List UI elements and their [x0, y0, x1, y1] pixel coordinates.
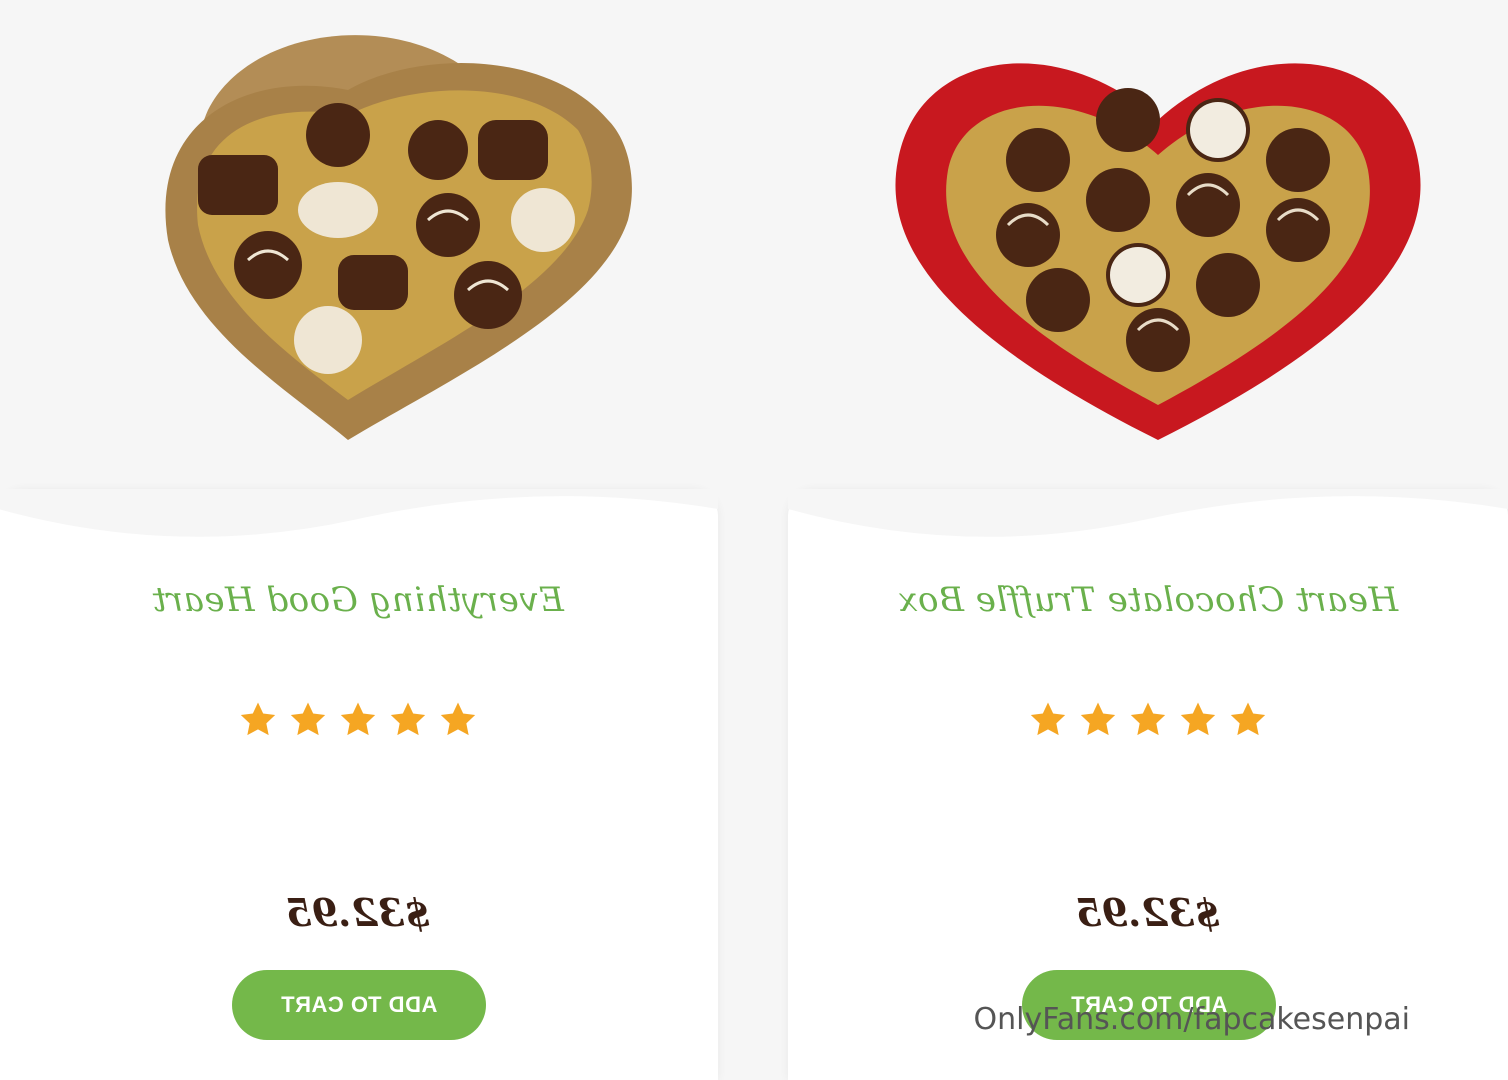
product-info-card: Heart Chocolate Truffle Box $32.95 ADD T…: [788, 489, 1508, 1080]
product-grid: Heart Chocolate Truffle Box $32.95 ADD T…: [0, 0, 1508, 1080]
red-heart-chocolate-box-image[interactable]: [858, 10, 1458, 450]
product-info-card: Everything Good Heart $32.95 ADD TO CART: [0, 489, 718, 1080]
star-icon: [290, 702, 326, 736]
star-icon: [390, 702, 426, 736]
product-title[interactable]: Heart Chocolate Truffle Box: [788, 580, 1508, 620]
star-icon: [440, 702, 476, 736]
star-rating: [0, 700, 718, 740]
product-title[interactable]: Everything Good Heart: [0, 580, 718, 620]
product-price: $32.95: [285, 890, 431, 935]
star-icon: [1080, 702, 1116, 736]
star-rating: [788, 700, 1508, 740]
watermark-text: OnlyFans.com/fapcakesenpai: [974, 1002, 1411, 1037]
product-card-everything-good: Everything Good Heart $32.95 ADD TO CART: [0, 0, 718, 1080]
gold-heart-chocolate-box-image[interactable]: [68, 10, 668, 450]
product-price: $32.95: [1075, 890, 1221, 935]
star-icon: [1180, 702, 1216, 736]
product-card-truffle-box: Heart Chocolate Truffle Box $32.95 ADD T…: [768, 0, 1508, 1080]
card-wave-decoration: [0, 489, 718, 537]
card-wave-decoration: [788, 489, 1508, 537]
star-icon: [1130, 702, 1166, 736]
star-icon: [1030, 702, 1066, 736]
star-icon: [240, 702, 276, 736]
star-icon: [340, 702, 376, 736]
add-to-cart-button[interactable]: ADD TO CART: [232, 970, 486, 1040]
star-icon: [1230, 702, 1266, 736]
